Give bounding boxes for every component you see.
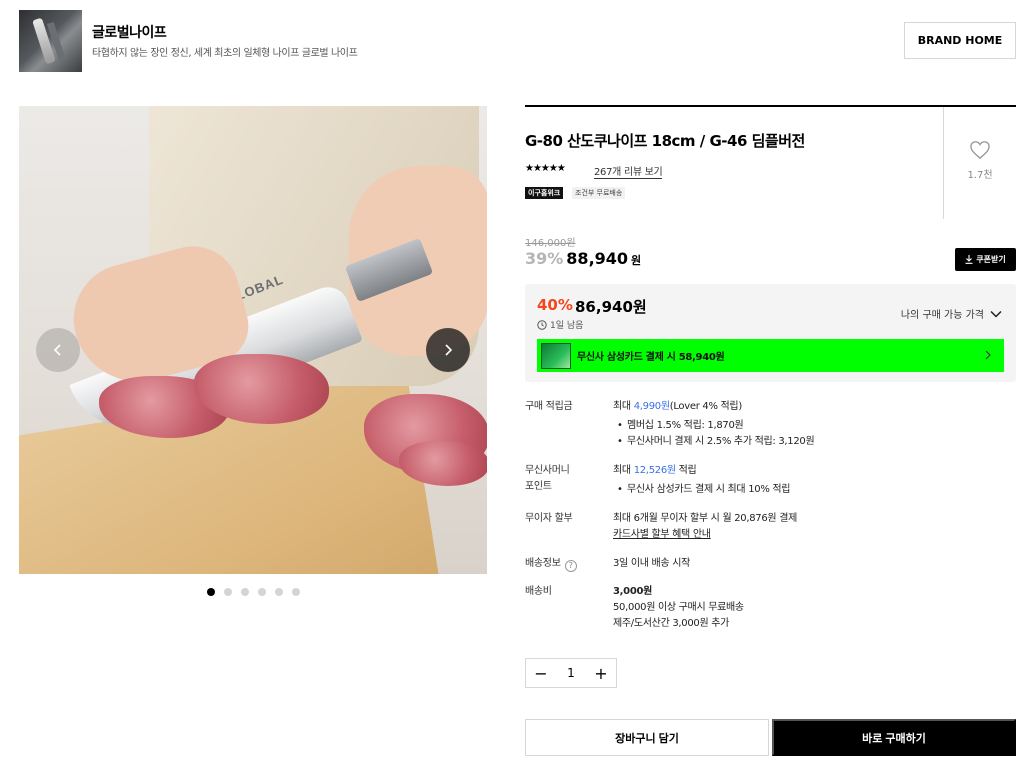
coupon-label: 쿠폰받기 [976,255,1006,264]
points-membership: 멤버십 1.5% 적립: 1,870원 [613,418,1013,434]
product-image[interactable]: GLOBAL [19,106,487,574]
download-icon [965,255,973,264]
shipping-fee-label: 배송비 [525,586,552,597]
brand-name[interactable]: 글로벌나이프 [92,22,167,42]
help-icon[interactable]: ? [564,560,577,572]
add-to-cart-button[interactable]: 장바구니 담기 [525,719,769,756]
shipping-fee-amount: 3,000원 [613,586,653,597]
money-suffix: 적립 [675,465,697,476]
rating-stars: ★★★★★ [525,163,566,174]
gallery-dot[interactable] [224,588,232,596]
gallery-dot[interactable] [258,588,266,596]
my-price-toggle[interactable]: 나의 구매 가능 가격 [901,306,1002,321]
remote-area-note: 제주/도서산간 3,000원 추가 [613,618,730,629]
chevron-down-icon [990,310,1002,318]
currency-unit: 원 [631,254,642,267]
gallery-dot[interactable] [241,588,249,596]
brand-home-button[interactable]: BRAND HOME [904,22,1016,59]
chevron-right-icon [985,350,991,360]
like-button[interactable]: 1.7천 [944,140,1016,181]
installment-info-link[interactable]: 카드사별 할부 혜택 안내 [613,527,1013,543]
event-badge: 이구홈위크 [525,187,564,199]
product-title: G-80 산도쿠나이프 18cm / G-46 딤플버전 [525,132,805,150]
quantity-stepper: − 1 + [525,658,617,688]
shipping-value: 3일 이내 배송 시작 [613,558,690,569]
quantity-value[interactable]: 1 [556,666,586,680]
points-amount: 4,990원 [633,401,670,412]
points-label: 구매 적립금 [525,401,573,412]
chevron-right-icon [445,344,453,356]
chevron-left-icon [53,344,61,356]
installment-text: 최대 6개월 무이자 할부 시 월 20,876원 결제 [613,513,798,524]
gallery-prev-button[interactable] [36,328,80,372]
money-card-benefit: 무신사 삼성카드 결제 시 최대 10% 적립 [613,482,1013,498]
time-remaining: 1일 남음 [537,318,583,331]
coupon-button[interactable]: 쿠폰받기 [955,248,1016,271]
like-count: 1.7천 [967,170,993,181]
money-prefix: 최대 [613,465,634,476]
card-promo-text: 무신사 삼성카드 결제 시 58,940원 [577,352,725,363]
card-promo-banner[interactable]: 무신사 삼성카드 결제 시 58,940원 [537,339,1004,372]
points-money-extra: 무신사머니 결제 시 2.5% 추가 적립: 3,120원 [613,434,1013,450]
card-promo-thumbnail [541,342,571,369]
money-main: 최대 12,526원 적립 [613,463,1013,479]
review-link[interactable]: 267개 리뷰 보기 [594,163,663,179]
discount-percent: 39% [525,249,564,268]
points-prefix: 최대 [613,401,634,412]
money-amount: 12,526원 [633,465,676,476]
free-shipping-note: 50,000원 이상 구매시 무료배송 [613,602,744,613]
gallery-dots [207,588,300,596]
clock-icon [537,319,547,330]
shipping-label: 배송정보 [525,558,561,569]
gallery-dot[interactable] [275,588,283,596]
gallery-dot[interactable] [292,588,300,596]
quantity-decrease-button[interactable]: − [526,659,556,687]
points-main: 최대 4,990원(Lover 4% 적립) [613,399,1013,415]
installment-label: 무이자 할부 [525,513,573,524]
my-discount-percent: 40% [537,296,573,314]
gallery-next-button[interactable] [426,328,470,372]
quantity-increase-button[interactable]: + [586,659,616,687]
sale-price-row: 39% 88,940 원 [525,249,641,268]
money-label-line1: 무신사머니 [525,465,570,476]
points-suffix: (Lover 4% 적립) [669,401,743,412]
brand-logo[interactable] [19,10,82,72]
money-label-line2: 포인트 [525,481,552,492]
heart-icon [970,141,990,160]
shipping-badge: 조건부 무료배송 [572,187,626,199]
buy-now-button[interactable]: 바로 구매하기 [772,719,1016,756]
sale-price: 88,940 [566,249,629,268]
my-price-panel: 40% 86,940원 1일 남음 나의 구매 가능 가격 무신사 삼성카드 결… [525,284,1016,382]
my-price: 86,940원 [575,298,647,316]
my-price-label: 나의 구매 가능 가격 [900,310,984,321]
gallery-dot[interactable] [207,588,215,596]
original-price: 146,000원 [525,238,576,249]
brand-description: 타협하지 않는 장인 정신, 세계 최초의 일체형 나이프 글로벌 나이프 [92,48,358,59]
time-remaining-text: 1일 남음 [550,321,584,331]
